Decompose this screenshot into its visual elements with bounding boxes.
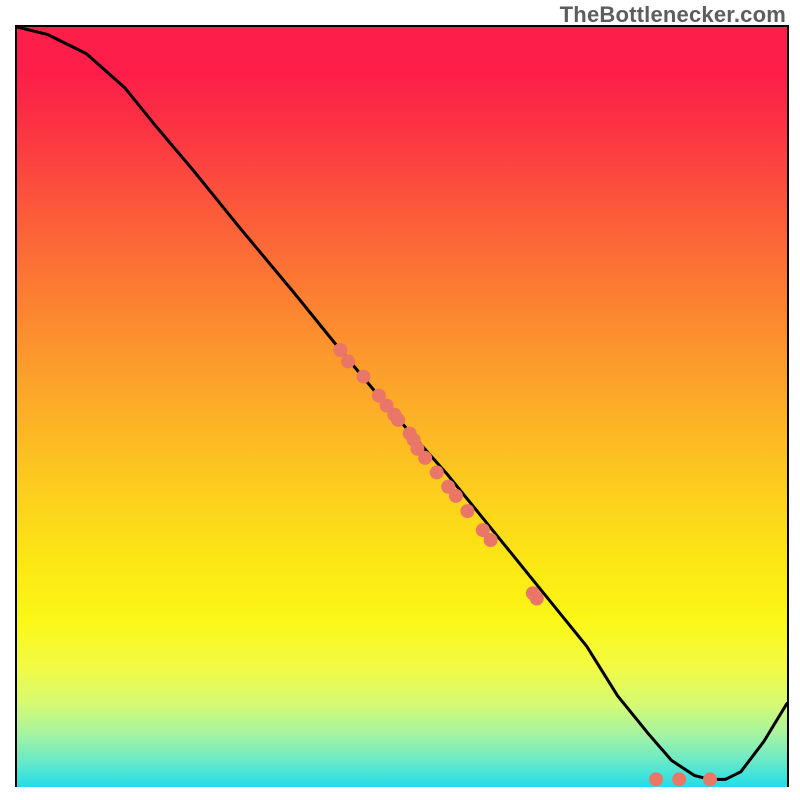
scatter-dots xyxy=(333,343,717,786)
plot-frame xyxy=(15,25,789,787)
curve-line xyxy=(17,27,787,779)
stage: TheBottlenecker.com xyxy=(0,0,800,800)
chart-svg xyxy=(17,27,787,787)
